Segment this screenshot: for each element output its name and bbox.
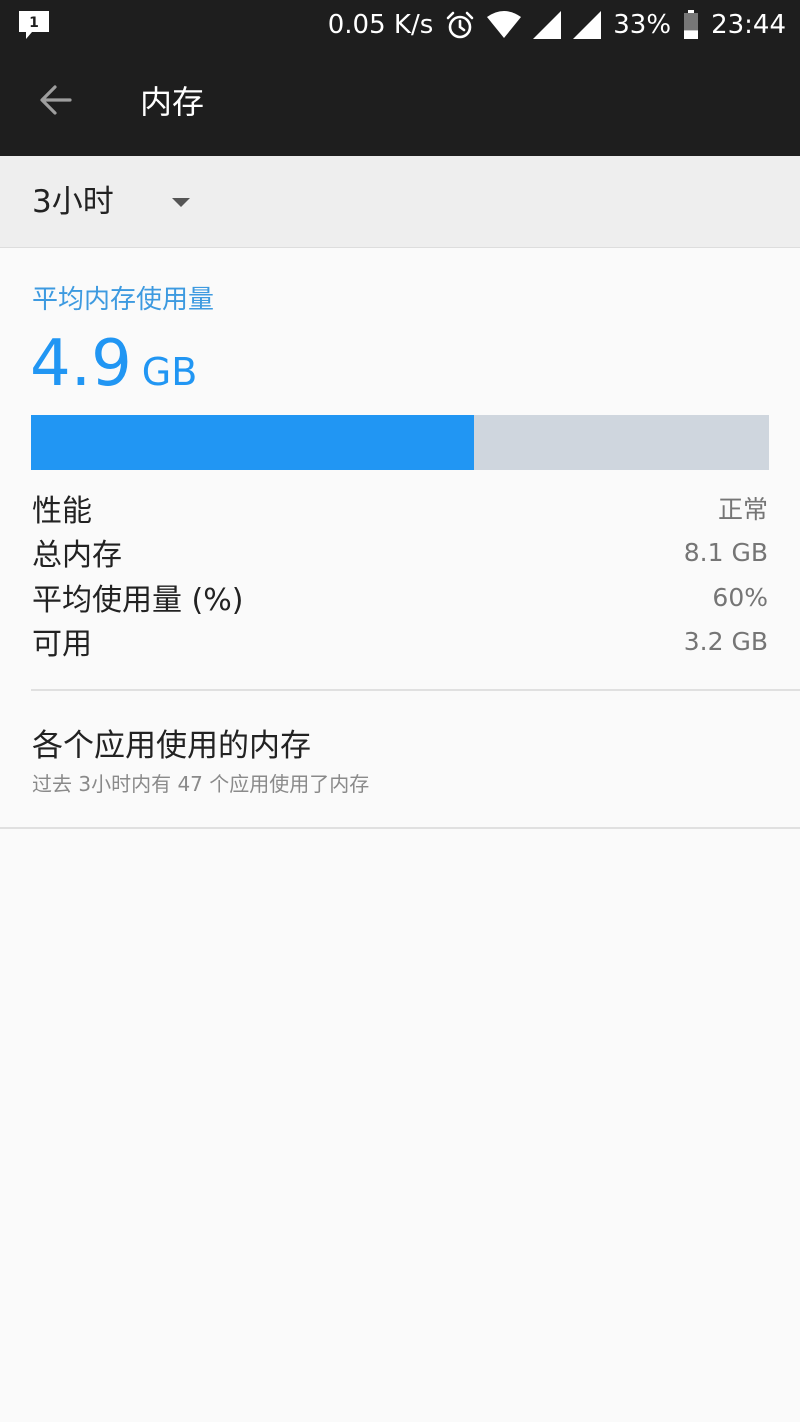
memory-usage-bar xyxy=(31,415,769,470)
average-memory-value: 4.9 GB xyxy=(30,326,197,418)
app-memory-list-item[interactable]: 各个应用使用的内存 过去 3小时内有 47 个应用使用了内存 xyxy=(0,692,800,828)
page-title: 内存 xyxy=(140,83,205,121)
stat-value: 8.1 GB xyxy=(683,537,768,567)
stat-label: 总内存 xyxy=(32,538,122,573)
memory-usage-bar-fill xyxy=(31,415,474,470)
stat-row-available: 可用 3.2 GB xyxy=(32,619,768,663)
stat-value: 3.2 GB xyxy=(683,626,768,656)
battery-percent: 33% xyxy=(613,10,672,40)
dropdown-arrow-icon xyxy=(172,198,190,207)
back-button[interactable] xyxy=(28,72,84,128)
signal-icon xyxy=(533,11,562,39)
battery-icon xyxy=(683,10,699,40)
period-bar: 3小时 xyxy=(0,156,800,248)
stat-row-performance: 性能 正常 xyxy=(32,486,768,530)
network-speed: 0.05 K/s xyxy=(327,10,434,40)
stat-row-average-usage: 平均使用量 (%) 60% xyxy=(32,575,768,619)
app-bar: 内存 xyxy=(0,50,800,156)
average-memory-label: 平均内存使用量 xyxy=(32,285,215,315)
stat-row-total-memory: 总内存 8.1 GB xyxy=(32,530,768,574)
clock: 23:44 xyxy=(711,10,786,40)
signal-icon xyxy=(573,11,602,39)
divider xyxy=(31,689,800,691)
average-memory-unit: GB xyxy=(141,350,198,394)
average-memory-number: 4.9 xyxy=(30,327,132,401)
stat-value: 正常 xyxy=(717,495,768,524)
app-memory-title: 各个应用使用的内存 xyxy=(32,728,311,764)
wifi-icon xyxy=(487,11,522,39)
stat-label: 可用 xyxy=(32,627,92,662)
notification-count: 1 xyxy=(29,15,39,31)
divider xyxy=(0,827,800,829)
arrow-back-icon xyxy=(40,85,72,115)
status-bar: 1 0.05 K/s 33% 23:44 xyxy=(0,0,800,50)
app-memory-summary: 过去 3小时内有 47 个应用使用了内存 xyxy=(32,772,370,796)
period-dropdown[interactable]: 3小时 xyxy=(0,156,230,248)
alarm-icon xyxy=(445,10,475,40)
stat-value: 60% xyxy=(712,582,768,612)
notification-icon: 1 xyxy=(18,10,50,39)
stat-label: 平均使用量 (%) xyxy=(32,583,244,618)
stat-label: 性能 xyxy=(32,494,92,529)
period-dropdown-value: 3小时 xyxy=(32,184,114,220)
